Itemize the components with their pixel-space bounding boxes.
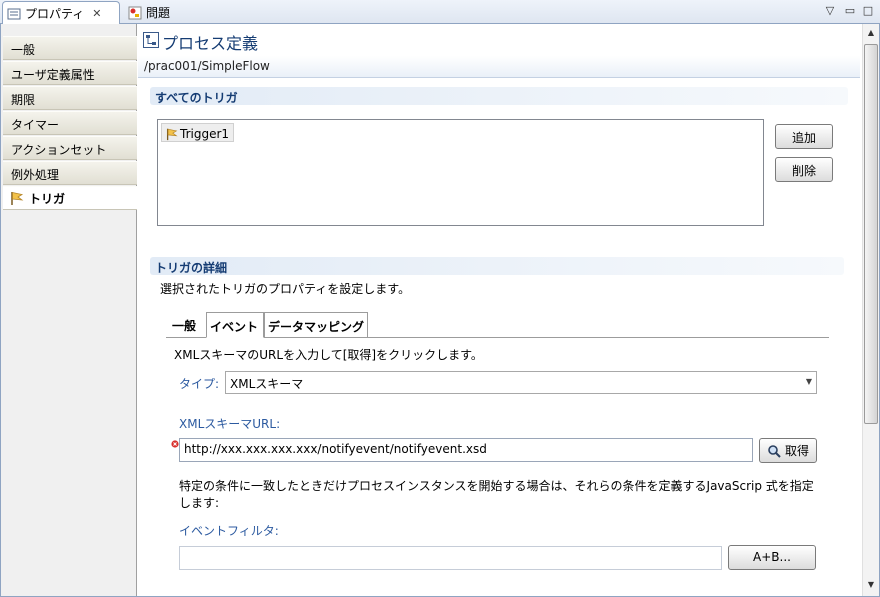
magnifier-icon (767, 444, 781, 458)
trigger-detail-description: 選択されたトリガのプロパティを設定します。 (160, 282, 411, 296)
tab-problems[interactable]: 問題 (124, 1, 174, 24)
chevron-down-icon[interactable]: ▼ (806, 377, 812, 386)
tab-event[interactable]: イベント (206, 312, 264, 338)
sidebar-item-user-attributes[interactable]: ユーザ定義属性 (3, 61, 137, 85)
scroll-up-icon[interactable]: ▲ (863, 25, 879, 42)
tab-general[interactable]: 一般 (166, 312, 200, 337)
view-menu-icon[interactable]: ▽ (823, 4, 837, 17)
sidebar-item-label: トリガ (29, 191, 66, 206)
delete-trigger-button[interactable]: 削除 (775, 157, 833, 182)
sidebar-item-deadline[interactable]: 期限 (3, 86, 137, 110)
sidebar-item-timer[interactable]: タイマー (3, 111, 137, 135)
tab-data-mapping[interactable]: データマッピング (264, 312, 368, 337)
minimize-icon[interactable]: ▭ (843, 4, 857, 17)
view-tab-bar: プロパティ ✕ 問題 ▽ ▭ □ (0, 0, 880, 25)
tab-problems-label: 問題 (146, 6, 171, 20)
tab-properties[interactable]: プロパティ ✕ (2, 1, 120, 25)
close-icon[interactable]: ✕ (92, 7, 101, 20)
resource-path: /prac001/SimpleFlow (144, 59, 270, 73)
sidebar-item-action-set[interactable]: アクションセット (3, 136, 137, 160)
maximize-icon[interactable]: □ (861, 4, 875, 17)
property-tabs-sidebar: 一般 ユーザ定義属性 期限 タイマー アクションセット 例外処理 トリガ (1, 24, 137, 596)
sidebar-item-trigger[interactable]: トリガ (3, 186, 137, 210)
fetch-button-label: 取得 (784, 444, 809, 458)
list-item[interactable]: Trigger1 (161, 123, 235, 142)
filter-help-line1: 特定の条件に一致したときだけプロセスインスタンスを開始する場合は、それらの条件を… (179, 479, 814, 493)
properties-content: プロセス定義 /prac001/SimpleFlow すべてのトリガ Trigg… (138, 24, 862, 596)
page-title: プロセス定義 (162, 34, 259, 53)
vertical-scrollbar[interactable]: ▲ ▼ (862, 24, 879, 596)
sidebar-item-general[interactable]: 一般 (3, 36, 137, 60)
error-icon (171, 437, 179, 451)
event-filter-label: イベントフィルタ: (179, 524, 279, 538)
trigger-name: Trigger1 (180, 126, 230, 141)
filter-help-line2: します: (179, 496, 220, 510)
tab-strip-divider (166, 337, 829, 338)
scroll-down-icon[interactable]: ▼ (863, 577, 879, 594)
type-select-value: XMLスキーマ (230, 377, 304, 391)
trigger-flag-icon (9, 190, 25, 206)
problems-icon (128, 6, 142, 20)
xml-schema-url-input[interactable]: http://xxx.xxx.xxx.xxx/notifyevent/notif… (179, 438, 753, 462)
sidebar-item-exception[interactable]: 例外処理 (3, 161, 137, 185)
properties-icon (7, 7, 21, 21)
process-definition-icon (143, 32, 159, 51)
event-instruction: XMLスキーマのURLを入力して[取得]をクリックします。 (174, 348, 483, 362)
expression-editor-button[interactable]: A+B... (728, 545, 816, 570)
event-filter-input[interactable] (179, 546, 722, 570)
all-triggers-section-header[interactable]: すべてのトリガ (150, 87, 848, 105)
trigger-flag-icon (165, 127, 179, 141)
fetch-button[interactable]: 取得 (759, 438, 817, 463)
trigger-detail-section-header[interactable]: トリガの詳細 (150, 257, 844, 275)
xml-schema-url-label: XMLスキーマURL: (179, 417, 281, 431)
type-select[interactable]: XMLスキーマ ▼ (225, 371, 817, 394)
page-header: プロセス定義 /prac001/SimpleFlow (138, 24, 860, 78)
add-trigger-button[interactable]: 追加 (775, 124, 833, 149)
type-label: タイプ: (179, 377, 220, 391)
scrollbar-thumb[interactable] (864, 44, 878, 424)
tab-properties-label: プロパティ (25, 7, 85, 21)
trigger-list[interactable]: Trigger1 (157, 119, 764, 226)
